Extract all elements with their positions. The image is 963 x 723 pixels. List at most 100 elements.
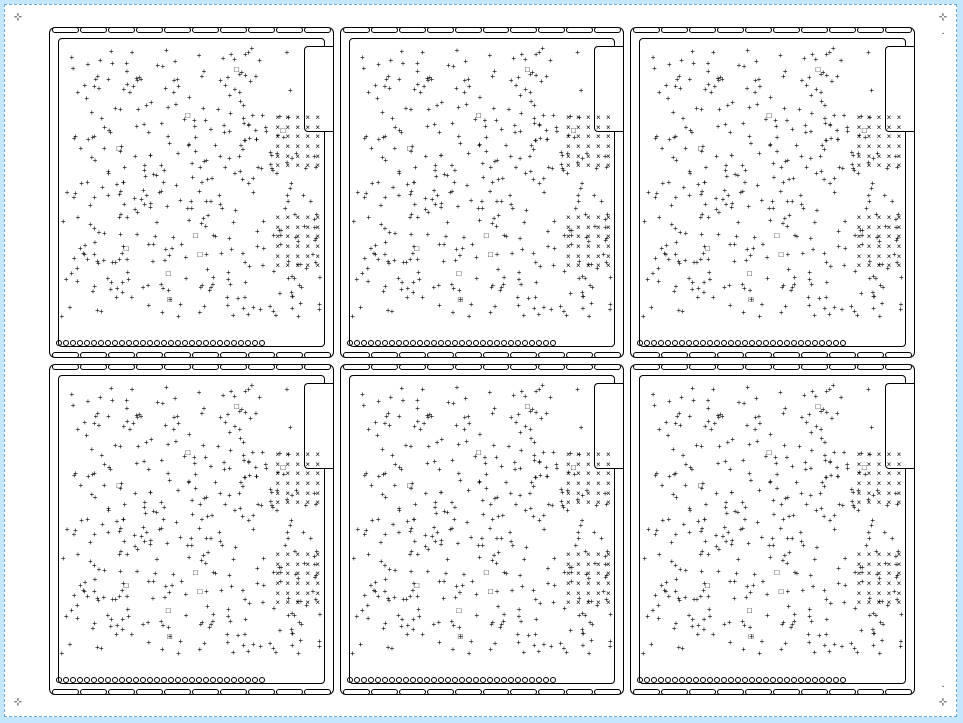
hole: [445, 677, 451, 683]
hole: [473, 340, 479, 346]
hole: [522, 340, 528, 346]
bridge-tab: [80, 27, 107, 33]
hole: [756, 677, 762, 683]
hole: [147, 340, 153, 346]
hole: [728, 340, 734, 346]
bridge-tab: [801, 364, 828, 370]
selection-outline: ⊹ ⊹ · ⊹ ⊹ · ××××××××××××××××××××××××××××…: [4, 4, 957, 717]
hole: [189, 340, 195, 346]
bridge-tab: [661, 364, 688, 370]
hole: [550, 677, 556, 683]
hole: [480, 340, 486, 346]
hole: [182, 340, 188, 346]
panel-grid[interactable]: ×××××××××××××××××××××××××××××× ××××××××××…: [49, 27, 915, 695]
hole: [742, 340, 748, 346]
bridge-tab: [745, 364, 772, 370]
hole: [119, 340, 125, 346]
hole: [231, 340, 237, 346]
hole-row: [637, 333, 908, 353]
bridge-tab-row-top: [52, 27, 331, 33]
cnc-panel[interactable]: ××××××××××××××××××××××××××××××××××××××××…: [630, 27, 915, 358]
vent-grid: ××××××××××××××××××××××××××××××: [273, 551, 323, 609]
hole: [798, 340, 804, 346]
hole: [252, 677, 258, 683]
hole: [721, 340, 727, 346]
panel-inner-outline: [349, 375, 616, 684]
cnc-panel[interactable]: ××××××××××××××××××××××××××××××××××××××××…: [340, 27, 625, 358]
bridge-tab: [885, 364, 912, 370]
hole: [459, 677, 465, 683]
vent-grid: ××××××××××××××××××××××××××××××: [273, 214, 323, 272]
hole: [217, 340, 223, 346]
hole: [231, 677, 237, 683]
hole: [105, 340, 111, 346]
hole: [665, 677, 671, 683]
cnc-panel[interactable]: ××××××××××××××××××××××××××××××××××××××××…: [49, 27, 334, 358]
hole: [438, 677, 444, 683]
vent-grid: ××××××××××××××××××××××××××××××: [854, 551, 904, 609]
bridge-tab: [399, 364, 426, 370]
bridge-tab: [108, 364, 135, 370]
hole: [175, 677, 181, 683]
bridge-tab-row-top: [633, 27, 912, 33]
hole: [833, 677, 839, 683]
hole: [91, 340, 97, 346]
bridge-tab: [304, 364, 331, 370]
vent-grid: ××××××××××××××××××××××××××××××: [563, 551, 613, 609]
hole: [791, 340, 797, 346]
hole: [375, 677, 381, 683]
bridge-tab: [483, 27, 510, 33]
hole: [63, 340, 69, 346]
hole: [487, 677, 493, 683]
bridge-tab: [371, 27, 398, 33]
bridge-tab: [633, 27, 660, 33]
hole: [826, 677, 832, 683]
hole: [777, 677, 783, 683]
bridge-tab: [857, 364, 884, 370]
hole: [168, 677, 174, 683]
hole: [679, 677, 685, 683]
cnc-panel[interactable]: ××××××××××××××××××××××××××××××××××××××××…: [630, 364, 915, 695]
hole: [410, 340, 416, 346]
hole: [735, 340, 741, 346]
hole: [126, 340, 132, 346]
panel-inner-outline: [639, 375, 906, 684]
hole: [644, 677, 650, 683]
bridge-tab-row-top: [343, 27, 622, 33]
hole: [529, 340, 535, 346]
bridge-tab: [633, 364, 660, 370]
hole: [784, 677, 790, 683]
hole: [119, 677, 125, 683]
cnc-panel[interactable]: ××××××××××××××××××××××××××××××××××××××××…: [49, 364, 334, 695]
hole: [700, 677, 706, 683]
hole: [154, 677, 160, 683]
cnc-panel[interactable]: ××××××××××××××××××××××××××××××××××××××××…: [340, 364, 625, 695]
hole: [735, 677, 741, 683]
hole: [466, 677, 472, 683]
hole: [714, 677, 720, 683]
vent-grid: ××××××××××××××××××××××××××××××: [563, 114, 613, 172]
hole: [70, 677, 76, 683]
hole: [508, 677, 514, 683]
hole: [84, 340, 90, 346]
hole: [770, 340, 776, 346]
bridge-tab-row-top: [633, 364, 912, 370]
hole: [224, 677, 230, 683]
hole: [812, 677, 818, 683]
hole: [84, 677, 90, 683]
bridge-tab: [661, 27, 688, 33]
hole: [686, 677, 692, 683]
bridge-tab: [801, 27, 828, 33]
bridge-tab: [164, 27, 191, 33]
hole: [522, 677, 528, 683]
hole: [501, 340, 507, 346]
hole: [368, 340, 374, 346]
bridge-tab: [717, 27, 744, 33]
bridge-tab: [136, 27, 163, 33]
hole: [431, 340, 437, 346]
hole: [686, 340, 692, 346]
bridge-tab: [510, 27, 537, 33]
hole: [707, 340, 713, 346]
hole: [354, 677, 360, 683]
hole: [161, 340, 167, 346]
